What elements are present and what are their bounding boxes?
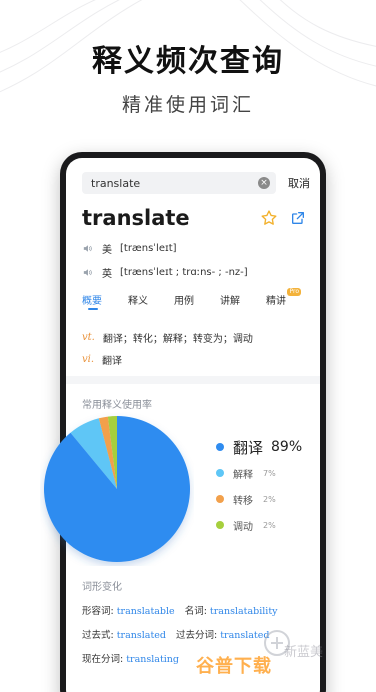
tab-pro-lecture[interactable]: 精讲 Pro [266,288,301,307]
tab-explanation[interactable]: 讲解 [220,292,240,307]
morphology-item: 过去分词: translated [176,627,269,641]
search-input[interactable]: translate × [82,172,276,194]
share-icon[interactable] [290,210,306,226]
legend-label: 翻译 [233,438,264,457]
definition-text: 翻译；转化；解释；转变为；调动 [102,333,253,345]
legend-label: 转移 [233,495,253,507]
morphology-section-title: 词形变化 [82,582,122,593]
search-bar: translate × 取消 [82,172,310,194]
star-outline-icon[interactable] [260,209,278,227]
speaker-icon[interactable] [82,243,93,254]
pronunciation-us[interactable]: 美 [trænsˈleɪt] [82,240,310,256]
usage-section-title: 常用释义使用率 [82,400,152,411]
legend-value: 7% [263,468,276,478]
promo-subtitle: 精准使用词汇 [121,94,254,116]
morphology-label: 形容词: [82,606,114,617]
pronunciation-uk[interactable]: 英 [trænsˈleɪt ; trɑːns- ; -nz-] [82,264,310,280]
legend-label: 解释 [233,469,253,481]
morphology-item: 现在分词: translating [82,651,179,665]
morphology-link[interactable]: translated [117,630,166,641]
watermark-text: 谷普下载 [196,656,272,677]
headword: translate [82,206,190,230]
section-divider [66,376,320,384]
morphology-label: 名词: [184,606,207,617]
speaker-icon[interactable] [82,267,93,278]
legend-item: 解释 7% [216,460,320,486]
legend-swatch [216,521,224,529]
legend-swatch [216,469,224,477]
legend-value: 2% [263,520,276,530]
pronunciation-ipa: [trænsˈleɪt ; trɑːns- ; -nz-] [120,266,248,278]
tab-bar: 概要 释义 用例 讲解 精讲 Pro [82,288,314,314]
tab-examples[interactable]: 用例 [174,292,194,307]
morphology-label: 过去分词: [175,630,218,641]
tab-definitions[interactable]: 释义 [128,292,148,307]
pro-badge: Pro [287,288,301,296]
usage-pie-chart [44,416,190,562]
clear-icon[interactable]: × [258,177,270,189]
tab-pro-lecture-label: 精讲 [266,296,286,307]
legend-value: 2% [263,494,276,504]
morphology-item: 过去式: translated [82,627,166,641]
legend-swatch [216,443,224,451]
pronunciation-ipa: [trænsˈleɪt] [120,242,177,254]
legend-value: 89% [271,439,303,455]
morphology-row: 形容词: translatable 名词: translatability [82,598,314,622]
watermark-faded-text: 新蓝美 [284,645,324,660]
legend-item: 转移 2% [216,486,320,512]
morphology-item: 形容词: translatable [82,603,175,617]
headword-row: translate [82,204,306,232]
pie-slice-1 [44,416,190,562]
morphology-link[interactable]: translating [126,654,179,665]
morphology-item: 名词: translatability [185,603,278,617]
morphology-label: 现在分词: [82,654,124,665]
morphology-link[interactable]: translatable [117,606,175,617]
pronunciation-region: 美 [102,244,112,256]
legend-swatch [216,495,224,503]
promo-title: 释义频次查询 [92,44,284,79]
morphology-link[interactable]: translatability [210,606,278,617]
definitions-list: vt. 翻译；转化；解释；转变为；调动 vi. 翻译 [82,326,310,370]
chart-legend: 翻译 89% 解释 7% 转移 2% 调动 2% [216,434,320,538]
tab-overview[interactable]: 概要 [82,292,102,310]
definition-item: vt. 翻译；转化；解释；转变为；调动 [82,326,310,348]
legend-label: 调动 [233,521,253,533]
part-of-speech: vi. [82,353,95,365]
definition-text: 翻译 [102,355,123,367]
pronunciation-region: 英 [102,268,112,280]
search-query[interactable]: translate [91,177,258,190]
morphology-label: 过去式: [82,630,114,641]
legend-item: 调动 2% [216,512,320,538]
definition-item: vi. 翻译 [82,348,310,370]
cancel-button[interactable]: 取消 [276,175,310,191]
legend-item: 翻译 89% [216,434,320,460]
part-of-speech: vt. [82,331,95,343]
